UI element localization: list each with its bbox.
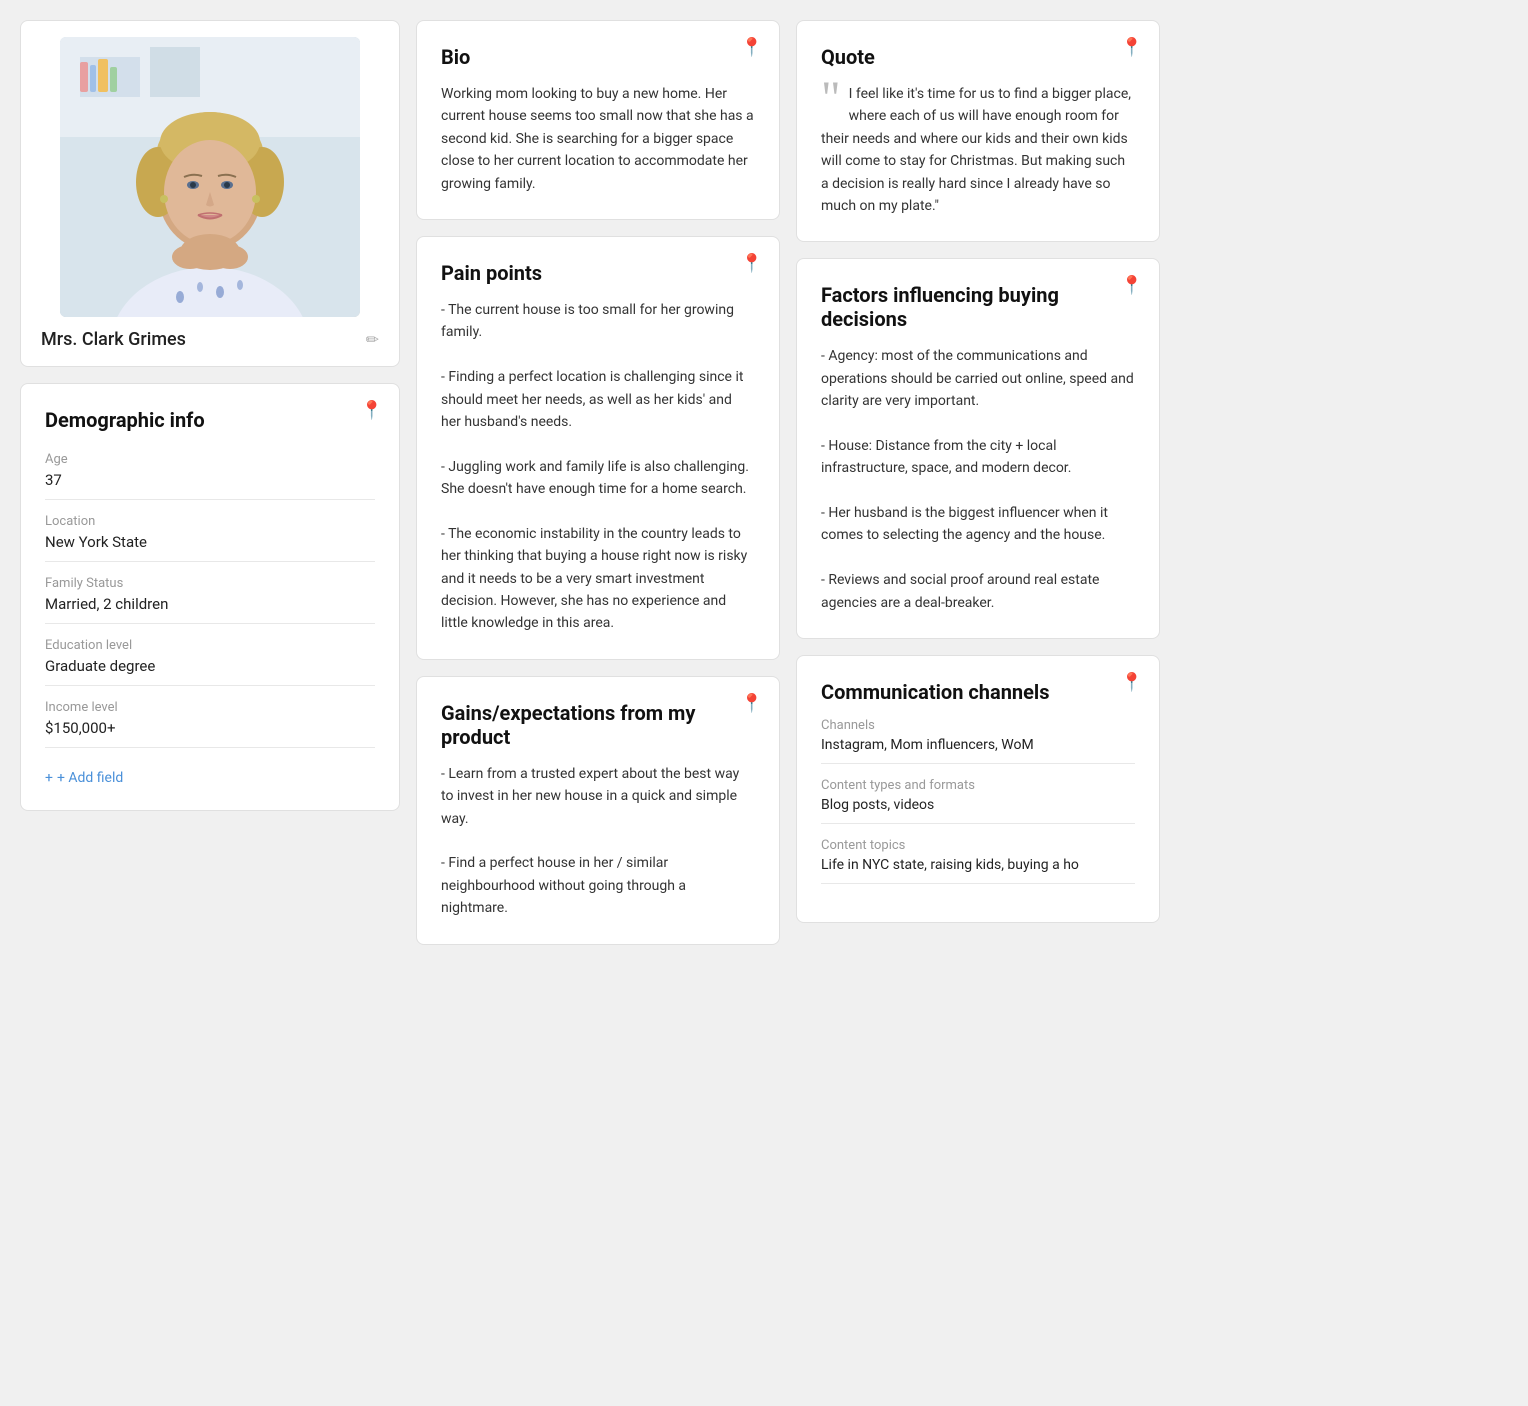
content-topics-label: Content topics bbox=[821, 838, 1135, 853]
content-topics-field: Content topics Life in NYC state, raisin… bbox=[821, 838, 1135, 884]
pain-points-card: 📍 Pain points - The current house is too… bbox=[416, 236, 780, 660]
add-field-button[interactable]: + + Add field bbox=[45, 770, 123, 786]
gains-body: - Learn from a trusted expert about the … bbox=[441, 763, 755, 920]
main-grid: Mrs. Clark Grimes ✏ 📍 Demographic info A… bbox=[20, 20, 1160, 945]
pin-icon-demographic[interactable]: 📍 bbox=[361, 400, 383, 421]
col-left: Mrs. Clark Grimes ✏ 📍 Demographic info A… bbox=[20, 20, 400, 945]
factor-item-1: - Agency: most of the communications and… bbox=[821, 345, 1135, 412]
quote-text: I feel like it's time for us to find a b… bbox=[821, 86, 1131, 214]
age-value: 37 bbox=[45, 471, 375, 500]
gains-title: Gains/expectations from my product bbox=[441, 701, 755, 749]
bio-title: Bio bbox=[441, 45, 755, 69]
profile-photo bbox=[60, 37, 360, 317]
factors-card: 📍 Factors influencing buying decisions -… bbox=[796, 258, 1160, 639]
age-label: Age bbox=[45, 452, 375, 467]
income-label: Income level bbox=[45, 700, 375, 715]
location-label: Location bbox=[45, 514, 375, 529]
pain-item-1: - The current house is too small for her… bbox=[441, 299, 755, 344]
channels-card: 📍 Communication channels Channels Instag… bbox=[796, 655, 1160, 923]
bio-card: 📍 Bio Working mom looking to buy a new h… bbox=[416, 20, 780, 220]
add-icon: + bbox=[45, 770, 53, 786]
pin-icon-pain[interactable]: 📍 bbox=[741, 253, 763, 274]
bio-text: Working mom looking to buy a new home. H… bbox=[441, 83, 755, 195]
quote-body: " I feel like it's time for us to find a… bbox=[821, 83, 1135, 217]
location-field: Location New York State bbox=[45, 514, 375, 562]
content-topics-value: Life in NYC state, raising kids, buying … bbox=[821, 857, 1135, 884]
factor-item-3: - Her husband is the biggest influencer … bbox=[821, 502, 1135, 547]
add-field-label: + Add field bbox=[57, 770, 123, 786]
factors-title: Factors influencing buying decisions bbox=[821, 283, 1135, 331]
pain-item-4: - The economic instability in the countr… bbox=[441, 523, 755, 635]
demographic-title: Demographic info bbox=[45, 408, 375, 432]
pin-icon-channels[interactable]: 📍 bbox=[1121, 672, 1143, 693]
content-types-value: Blog posts, videos bbox=[821, 797, 1135, 824]
quote-mark: " bbox=[821, 75, 841, 123]
pain-item-2: - Finding a perfect location is challeng… bbox=[441, 366, 755, 433]
col-right: 📍 Quote " I feel like it's time for us t… bbox=[796, 20, 1160, 945]
pin-icon-gains[interactable]: 📍 bbox=[741, 693, 763, 714]
pin-icon-factors[interactable]: 📍 bbox=[1121, 275, 1143, 296]
education-value: Graduate degree bbox=[45, 657, 375, 686]
profile-card: Mrs. Clark Grimes ✏ bbox=[20, 20, 400, 367]
quote-card: 📍 Quote " I feel like it's time for us t… bbox=[796, 20, 1160, 242]
location-value: New York State bbox=[45, 533, 375, 562]
factor-item-2: - House: Distance from the city + local … bbox=[821, 435, 1135, 480]
pain-item-3: - Juggling work and family life is also … bbox=[441, 456, 755, 501]
content-types-label: Content types and formats bbox=[821, 778, 1135, 793]
factors-body: - Agency: most of the communications and… bbox=[821, 345, 1135, 614]
channels-label: Channels bbox=[821, 718, 1135, 733]
channels-value: Instagram, Mom influencers, WoM bbox=[821, 737, 1135, 764]
gains-item-1: - Learn from a trusted expert about the … bbox=[441, 763, 755, 830]
quote-title: Quote bbox=[821, 45, 1135, 69]
age-field: Age 37 bbox=[45, 452, 375, 500]
income-field: Income level $150,000+ bbox=[45, 700, 375, 748]
pin-icon-bio[interactable]: 📍 bbox=[741, 37, 763, 58]
demographic-card: 📍 Demographic info Age 37 Location New Y… bbox=[20, 383, 400, 811]
family-status-field: Family Status Married, 2 children bbox=[45, 576, 375, 624]
income-value: $150,000+ bbox=[45, 719, 375, 748]
pain-points-body: - The current house is too small for her… bbox=[441, 299, 755, 635]
profile-name: Mrs. Clark Grimes bbox=[41, 329, 186, 350]
col-middle: 📍 Bio Working mom looking to buy a new h… bbox=[416, 20, 780, 945]
gains-card: 📍 Gains/expectations from my product - L… bbox=[416, 676, 780, 945]
edit-icon[interactable]: ✏ bbox=[366, 330, 379, 349]
pin-icon-quote[interactable]: 📍 bbox=[1121, 37, 1143, 58]
content-types-field: Content types and formats Blog posts, vi… bbox=[821, 778, 1135, 824]
channels-field: Channels Instagram, Mom influencers, WoM bbox=[821, 718, 1135, 764]
family-status-label: Family Status bbox=[45, 576, 375, 591]
channels-title: Communication channels bbox=[821, 680, 1135, 704]
education-field: Education level Graduate degree bbox=[45, 638, 375, 686]
gains-item-2: - Find a perfect house in her / similar … bbox=[441, 852, 755, 919]
factor-item-4: - Reviews and social proof around real e… bbox=[821, 569, 1135, 614]
education-label: Education level bbox=[45, 638, 375, 653]
pain-points-title: Pain points bbox=[441, 261, 755, 285]
profile-name-row: Mrs. Clark Grimes ✏ bbox=[37, 329, 383, 350]
family-status-value: Married, 2 children bbox=[45, 595, 375, 624]
